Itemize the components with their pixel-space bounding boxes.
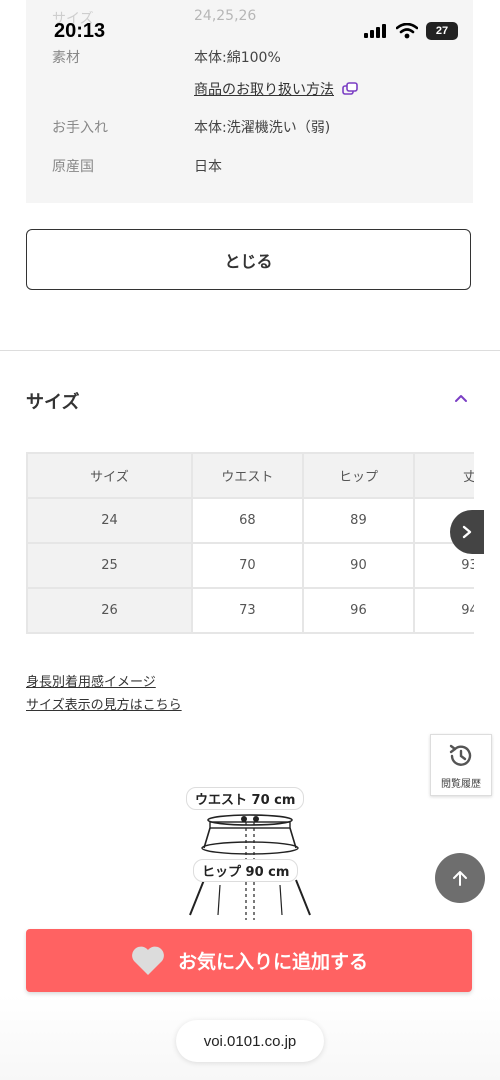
size-table-container[interactable]: サイズ ウエスト ヒップ 丈 24 68 89 90 25 70 90 93 2… <box>26 452 474 642</box>
header-waist: ウエスト <box>190 452 304 499</box>
spec-material-value: 本体:綿100% <box>194 50 281 66</box>
header-hip: ヒップ <box>301 452 415 499</box>
hip-measure-label: ヒップ 90 cm <box>193 859 299 882</box>
cell-waist: 70 <box>190 542 304 589</box>
cell-waist: 73 <box>190 587 304 634</box>
arrow-up-icon <box>453 871 467 886</box>
cell-hip: 89 <box>301 497 415 544</box>
header-length: 丈 <box>412 452 474 499</box>
size-section-title: サイズ <box>26 392 80 413</box>
cell-hip: 96 <box>301 587 415 634</box>
spec-care-label: お手入れ <box>52 120 108 136</box>
chevron-right-icon <box>462 525 472 539</box>
url-bar[interactable]: voi.0101.co.jp <box>176 1020 324 1062</box>
status-icons: 27 <box>364 22 458 40</box>
add-to-favorites-button[interactable]: お気に入りに追加する <box>26 929 472 992</box>
cell-hip: 90 <box>301 542 415 589</box>
cell-size: 26 <box>26 587 193 634</box>
section-divider <box>0 350 500 351</box>
cell-size: 24 <box>26 497 193 544</box>
spec-size-value: 24,25,26 <box>194 8 257 24</box>
wifi-icon <box>396 23 418 39</box>
back-to-top-button[interactable] <box>435 853 485 903</box>
history-clock-icon <box>449 744 472 766</box>
close-button[interactable]: とじる <box>26 229 471 290</box>
cell-waist: 68 <box>190 497 304 544</box>
header-size: サイズ <box>26 452 193 499</box>
history-label: 閲覧履歴 <box>441 778 481 790</box>
spec-care-value: 本体:洗濯機洗い（弱) <box>194 120 331 136</box>
cell-size: 25 <box>26 542 193 589</box>
waist-measure-label: ウエスト 70 cm <box>186 787 305 810</box>
signal-icon <box>364 24 386 38</box>
battery-icon: 27 <box>426 22 458 40</box>
status-time: 20:13 <box>54 20 106 42</box>
spec-origin-value: 日本 <box>194 159 222 175</box>
table-header-row: サイズ ウエスト ヒップ 丈 <box>26 452 474 499</box>
table-row: 24 68 89 90 <box>26 497 474 544</box>
care-instructions-link[interactable]: 商品のお取り扱い方法 <box>194 79 358 99</box>
add-to-favorites-label: お気に入りに追加する <box>177 951 368 973</box>
cell-length: 94 <box>412 587 474 634</box>
heart-icon <box>132 946 164 975</box>
table-row: 26 73 96 94 <box>26 587 474 634</box>
chevron-up-icon[interactable] <box>452 390 470 408</box>
external-window-icon <box>342 82 358 95</box>
care-link-text: 商品のお取り扱い方法 <box>194 82 334 98</box>
fit-image-link[interactable]: 身長別着用感イメージ <box>26 671 156 690</box>
size-guide-link[interactable]: サイズ表示の見方はこちら <box>26 694 182 713</box>
spec-origin-label: 原産国 <box>52 159 94 175</box>
size-table: サイズ ウエスト ヒップ 丈 24 68 89 90 25 70 90 93 2… <box>26 452 474 634</box>
history-button[interactable]: 閲覧履歴 <box>430 734 492 796</box>
spec-material-label: 素材 <box>52 50 80 66</box>
table-row: 25 70 90 93 <box>26 542 474 589</box>
